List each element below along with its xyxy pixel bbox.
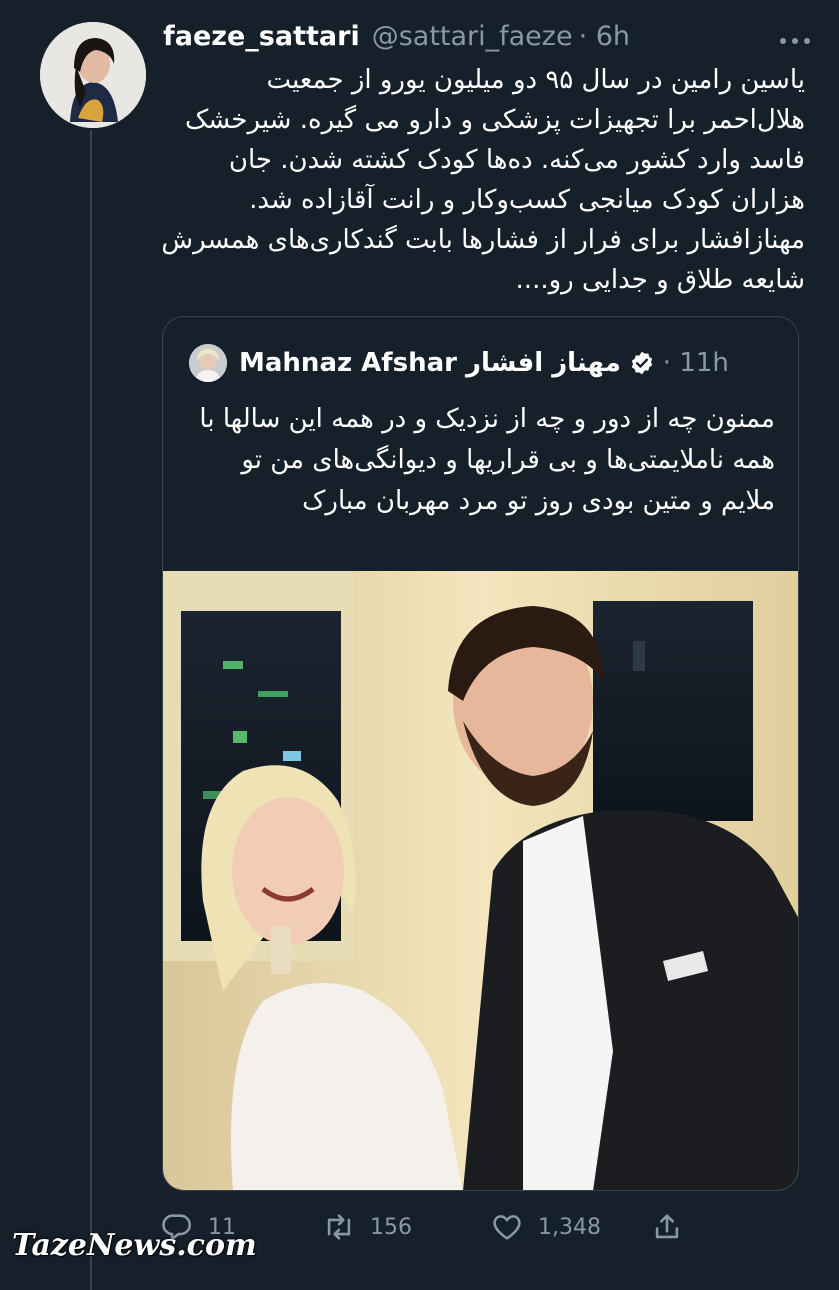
retweet-button[interactable]: 156 (322, 1210, 412, 1244)
watermark-logo: TazeNews.com (12, 1228, 257, 1263)
retweet-icon (327, 1214, 351, 1240)
author-handle[interactable]: @sattari_faeze (372, 21, 573, 52)
like-icon (493, 1215, 521, 1240)
tweet-header: faeze_sattari @sattari_faeze · 6h (163, 16, 630, 56)
tweet-text: یاسین رامین در سال ۹۵ دو میلیون یورو از … (161, 65, 805, 295)
quoted-tweet-text: ممنون چه از دور و چه از نزدیک و در همه ا… (199, 404, 775, 516)
like-button[interactable]: 1,348 (490, 1210, 601, 1244)
quoted-author-avatar[interactable] (189, 344, 227, 382)
quoted-tweet-time[interactable]: · 11h (663, 348, 729, 378)
author-avatar[interactable] (40, 22, 146, 128)
quoted-tweet[interactable]: Mahnaz Afshar مهناز افشار · 11h ممنون چه… (162, 316, 799, 1191)
thread-line (90, 130, 92, 1290)
retweet-count: 156 (370, 1214, 412, 1240)
tweet-time[interactable]: · 6h (579, 21, 630, 52)
more-icon[interactable] (777, 20, 813, 55)
author-name[interactable]: faeze_sattari (163, 21, 360, 52)
quoted-tweet-header: Mahnaz Afshar مهناز افشار · 11h (189, 343, 729, 383)
share-button[interactable] (650, 1210, 698, 1244)
quoted-author-name[interactable]: Mahnaz Afshar مهناز افشار (239, 348, 621, 378)
like-count: 1,348 (538, 1214, 601, 1240)
share-icon (655, 1214, 679, 1239)
verified-badge-icon (631, 351, 652, 375)
quoted-tweet-photo[interactable] (163, 571, 798, 1190)
